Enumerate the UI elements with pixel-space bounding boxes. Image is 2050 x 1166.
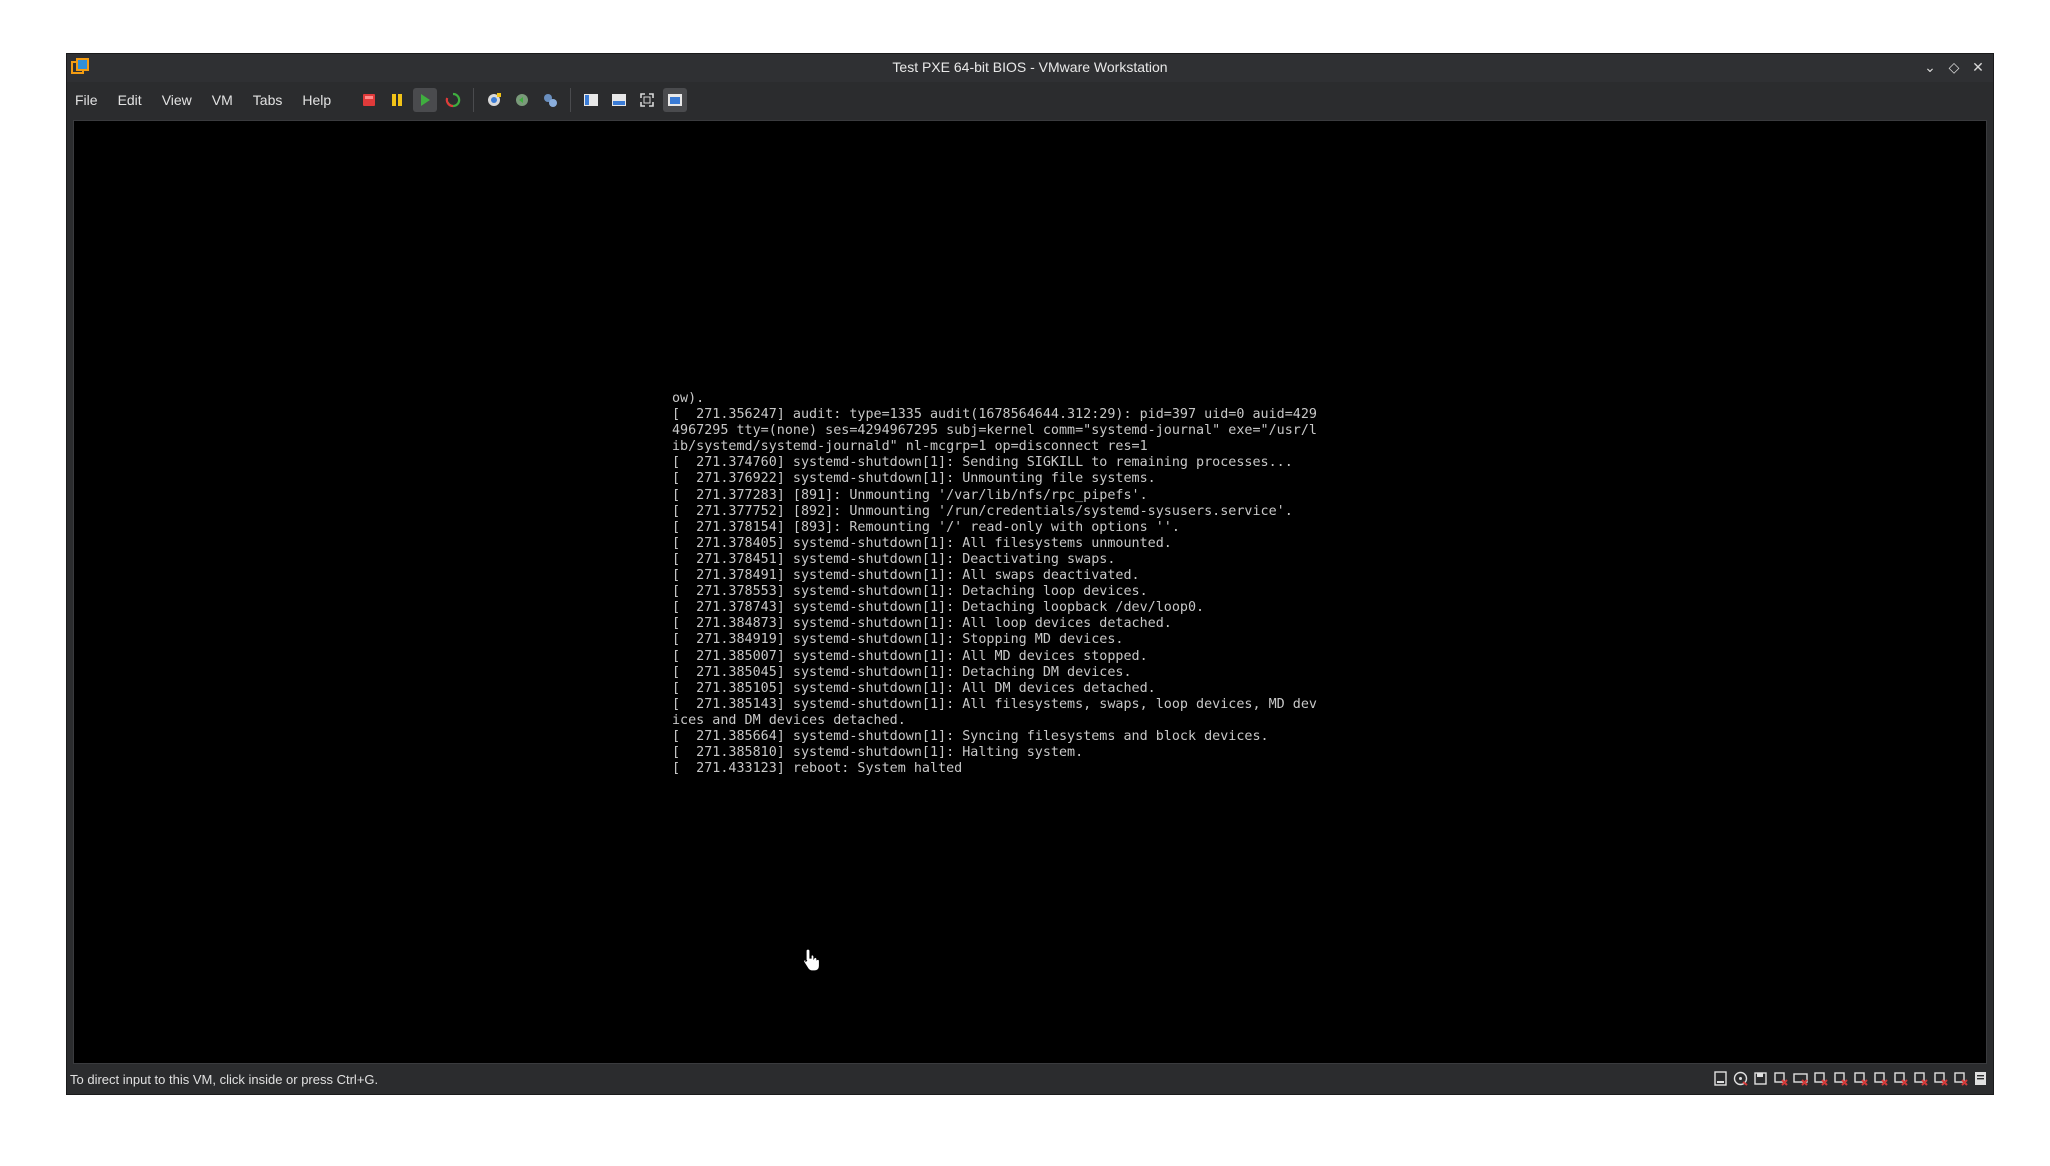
console-line: ib/systemd/systemd-journald" nl-mcgrp=1 … bbox=[672, 439, 1148, 455]
snapshot-icon bbox=[488, 93, 502, 106]
fullscreen-icon bbox=[640, 93, 654, 107]
revert-snapshot-button[interactable] bbox=[510, 88, 534, 112]
shared-folder-icon[interactable] bbox=[1952, 1070, 1969, 1087]
status-bar: To direct input to this VM, click inside… bbox=[67, 1064, 1993, 1094]
console-line: ow). bbox=[672, 391, 705, 406]
console-line: [ 271.385143] systemd-shutdown[1]: All f… bbox=[672, 696, 1317, 712]
status-message: To direct input to this VM, click inside… bbox=[70, 1071, 379, 1087]
device-tray bbox=[1712, 1070, 1989, 1087]
console-line: ices and DM devices detached. bbox=[672, 712, 906, 728]
window-title: Test PXE 64-bit BIOS - VMware Workstatio… bbox=[892, 59, 1168, 75]
parallel-port-icon[interactable] bbox=[1892, 1070, 1909, 1087]
console-line: [ 271.376922] systemd-shutdown[1]: Unmou… bbox=[672, 471, 1156, 487]
menu-edit[interactable]: Edit bbox=[118, 92, 154, 108]
console-line: [ 271.385105] systemd-shutdown[1]: All D… bbox=[672, 680, 1156, 696]
suspend-button[interactable] bbox=[385, 88, 409, 112]
bluetooth-icon[interactable] bbox=[1912, 1070, 1929, 1087]
vmware-window: Test PXE 64-bit BIOS - VMware Workstatio… bbox=[66, 53, 1994, 1095]
close-icon[interactable]: ✕ bbox=[1969, 58, 1987, 76]
console-line: [ 271.378743] systemd-shutdown[1]: Detac… bbox=[672, 600, 1205, 616]
console-output: ow). [ 271.356247] audit: type=1335 audi… bbox=[672, 391, 1317, 777]
console-line: [ 271.356247] audit: type=1335 audit(167… bbox=[672, 407, 1317, 423]
console-view-button[interactable] bbox=[663, 88, 688, 112]
console-line: [ 271.378451] systemd-shutdown[1]: Deact… bbox=[672, 551, 1116, 567]
console-view-icon bbox=[668, 94, 683, 106]
revert-snapshot-icon bbox=[516, 94, 529, 106]
vm-console-screen[interactable]: ow). [ 271.356247] audit: type=1335 audi… bbox=[73, 120, 1987, 1064]
console-line: [ 271.384873] systemd-shutdown[1]: All l… bbox=[672, 616, 1172, 632]
hard-disk-icon[interactable] bbox=[1712, 1070, 1729, 1087]
toolbar-separator bbox=[473, 88, 475, 112]
menu-file[interactable]: File bbox=[75, 92, 110, 108]
power-on-icon bbox=[421, 94, 431, 106]
menu-bar: File Edit View VM Tabs Help bbox=[67, 82, 1993, 118]
snapshot-manager-icon bbox=[544, 94, 558, 107]
toolbar-separator bbox=[570, 88, 572, 112]
serial-port-icon[interactable] bbox=[1872, 1070, 1889, 1087]
console-line: [ 271.378405] systemd-shutdown[1]: All f… bbox=[672, 535, 1172, 551]
usb-controller-icon[interactable] bbox=[1792, 1070, 1809, 1087]
console-line: [ 271.384919] systemd-shutdown[1]: Stopp… bbox=[672, 632, 1124, 648]
console-line: [ 271.385007] systemd-shutdown[1]: All M… bbox=[672, 648, 1148, 664]
console-line: [ 271.433123] reboot: System halted bbox=[672, 761, 963, 777]
restart-button[interactable] bbox=[441, 88, 465, 112]
console-line: [ 271.385664] systemd-shutdown[1]: Synci… bbox=[672, 728, 1269, 744]
console-line: [ 271.377283] [891]: Unmounting '/var/li… bbox=[672, 487, 1148, 503]
menu-view[interactable]: View bbox=[162, 92, 204, 108]
console-line: [ 271.385810] systemd-shutdown[1]: Halti… bbox=[672, 745, 1084, 761]
restart-icon bbox=[445, 92, 461, 108]
show-library-button[interactable] bbox=[579, 88, 603, 112]
printer-icon[interactable] bbox=[1832, 1070, 1849, 1087]
power-on-button[interactable] bbox=[413, 88, 438, 112]
console-line: [ 271.377752] [892]: Unmounting '/run/cr… bbox=[672, 503, 1293, 519]
menu-vm[interactable]: VM bbox=[212, 92, 245, 108]
title-bar[interactable]: Test PXE 64-bit BIOS - VMware Workstatio… bbox=[67, 54, 1993, 82]
power-off-button[interactable] bbox=[357, 88, 381, 112]
cd-dvd-icon[interactable] bbox=[1732, 1070, 1749, 1087]
display-icon[interactable] bbox=[1852, 1070, 1869, 1087]
floppy-icon[interactable] bbox=[1752, 1070, 1769, 1087]
camera-icon[interactable] bbox=[1932, 1070, 1949, 1087]
console-line: 4967295 tty=(none) ses=4294967295 subj=k… bbox=[672, 423, 1317, 439]
toolbar bbox=[357, 88, 688, 112]
sound-card-icon[interactable] bbox=[1812, 1070, 1829, 1087]
menu-tabs[interactable]: Tabs bbox=[253, 92, 295, 108]
console-line: [ 271.378154] [893]: Remounting '/' read… bbox=[672, 519, 1180, 535]
menu-help[interactable]: Help bbox=[302, 92, 343, 108]
power-off-icon bbox=[363, 94, 376, 106]
thumbnail-bar-icon bbox=[612, 94, 627, 106]
library-icon bbox=[584, 94, 599, 106]
message-log-icon[interactable] bbox=[1972, 1070, 1989, 1087]
minimize-icon[interactable]: ⌄ bbox=[1921, 58, 1939, 76]
maximize-icon[interactable]: ◇ bbox=[1945, 58, 1963, 76]
hand-cursor-icon bbox=[802, 948, 821, 972]
console-line: [ 271.385045] systemd-shutdown[1]: Detac… bbox=[672, 664, 1132, 680]
console-line: [ 271.378553] systemd-shutdown[1]: Detac… bbox=[672, 584, 1148, 600]
snapshot-manager-button[interactable] bbox=[538, 88, 562, 112]
console-line: [ 271.378491] systemd-shutdown[1]: All s… bbox=[672, 568, 1140, 584]
thumbnail-bar-button[interactable] bbox=[607, 88, 631, 112]
full-screen-button[interactable] bbox=[635, 88, 659, 112]
console-line: [ 271.374760] systemd-shutdown[1]: Sendi… bbox=[672, 455, 1293, 471]
suspend-icon bbox=[392, 94, 403, 106]
network-adapter-icon[interactable] bbox=[1772, 1070, 1789, 1087]
take-snapshot-button[interactable] bbox=[482, 88, 506, 112]
